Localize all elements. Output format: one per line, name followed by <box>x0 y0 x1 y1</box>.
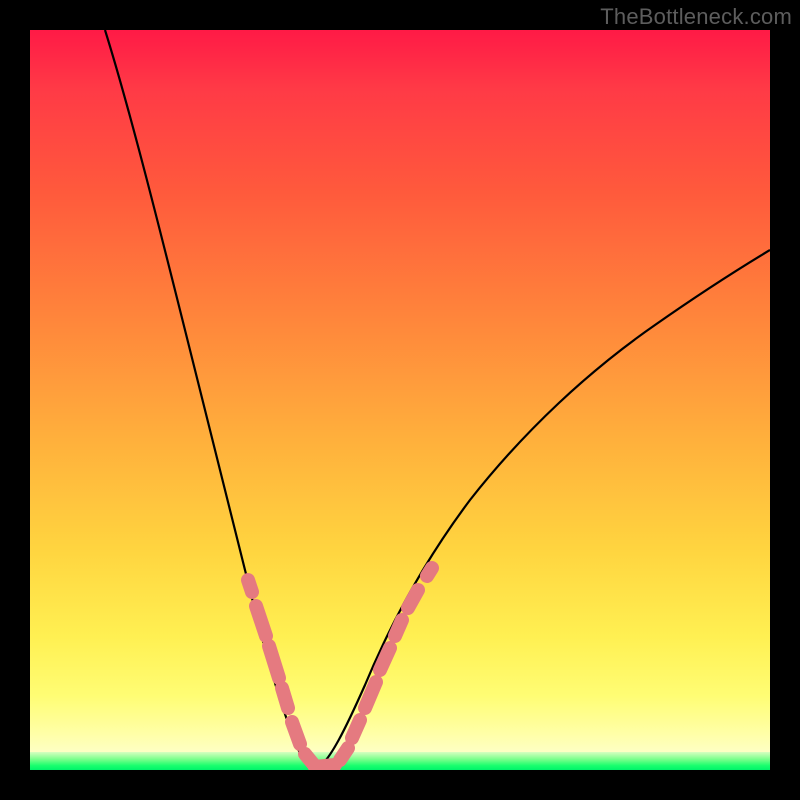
plot-area <box>30 30 770 770</box>
chart-frame: TheBottleneck.com <box>0 0 800 800</box>
markers-right <box>352 568 432 738</box>
watermark-text: TheBottleneck.com <box>600 4 792 30</box>
curve-left <box>105 30 318 768</box>
bottleneck-curve <box>30 30 770 770</box>
markers-left <box>248 580 314 765</box>
curve-right <box>318 250 770 768</box>
